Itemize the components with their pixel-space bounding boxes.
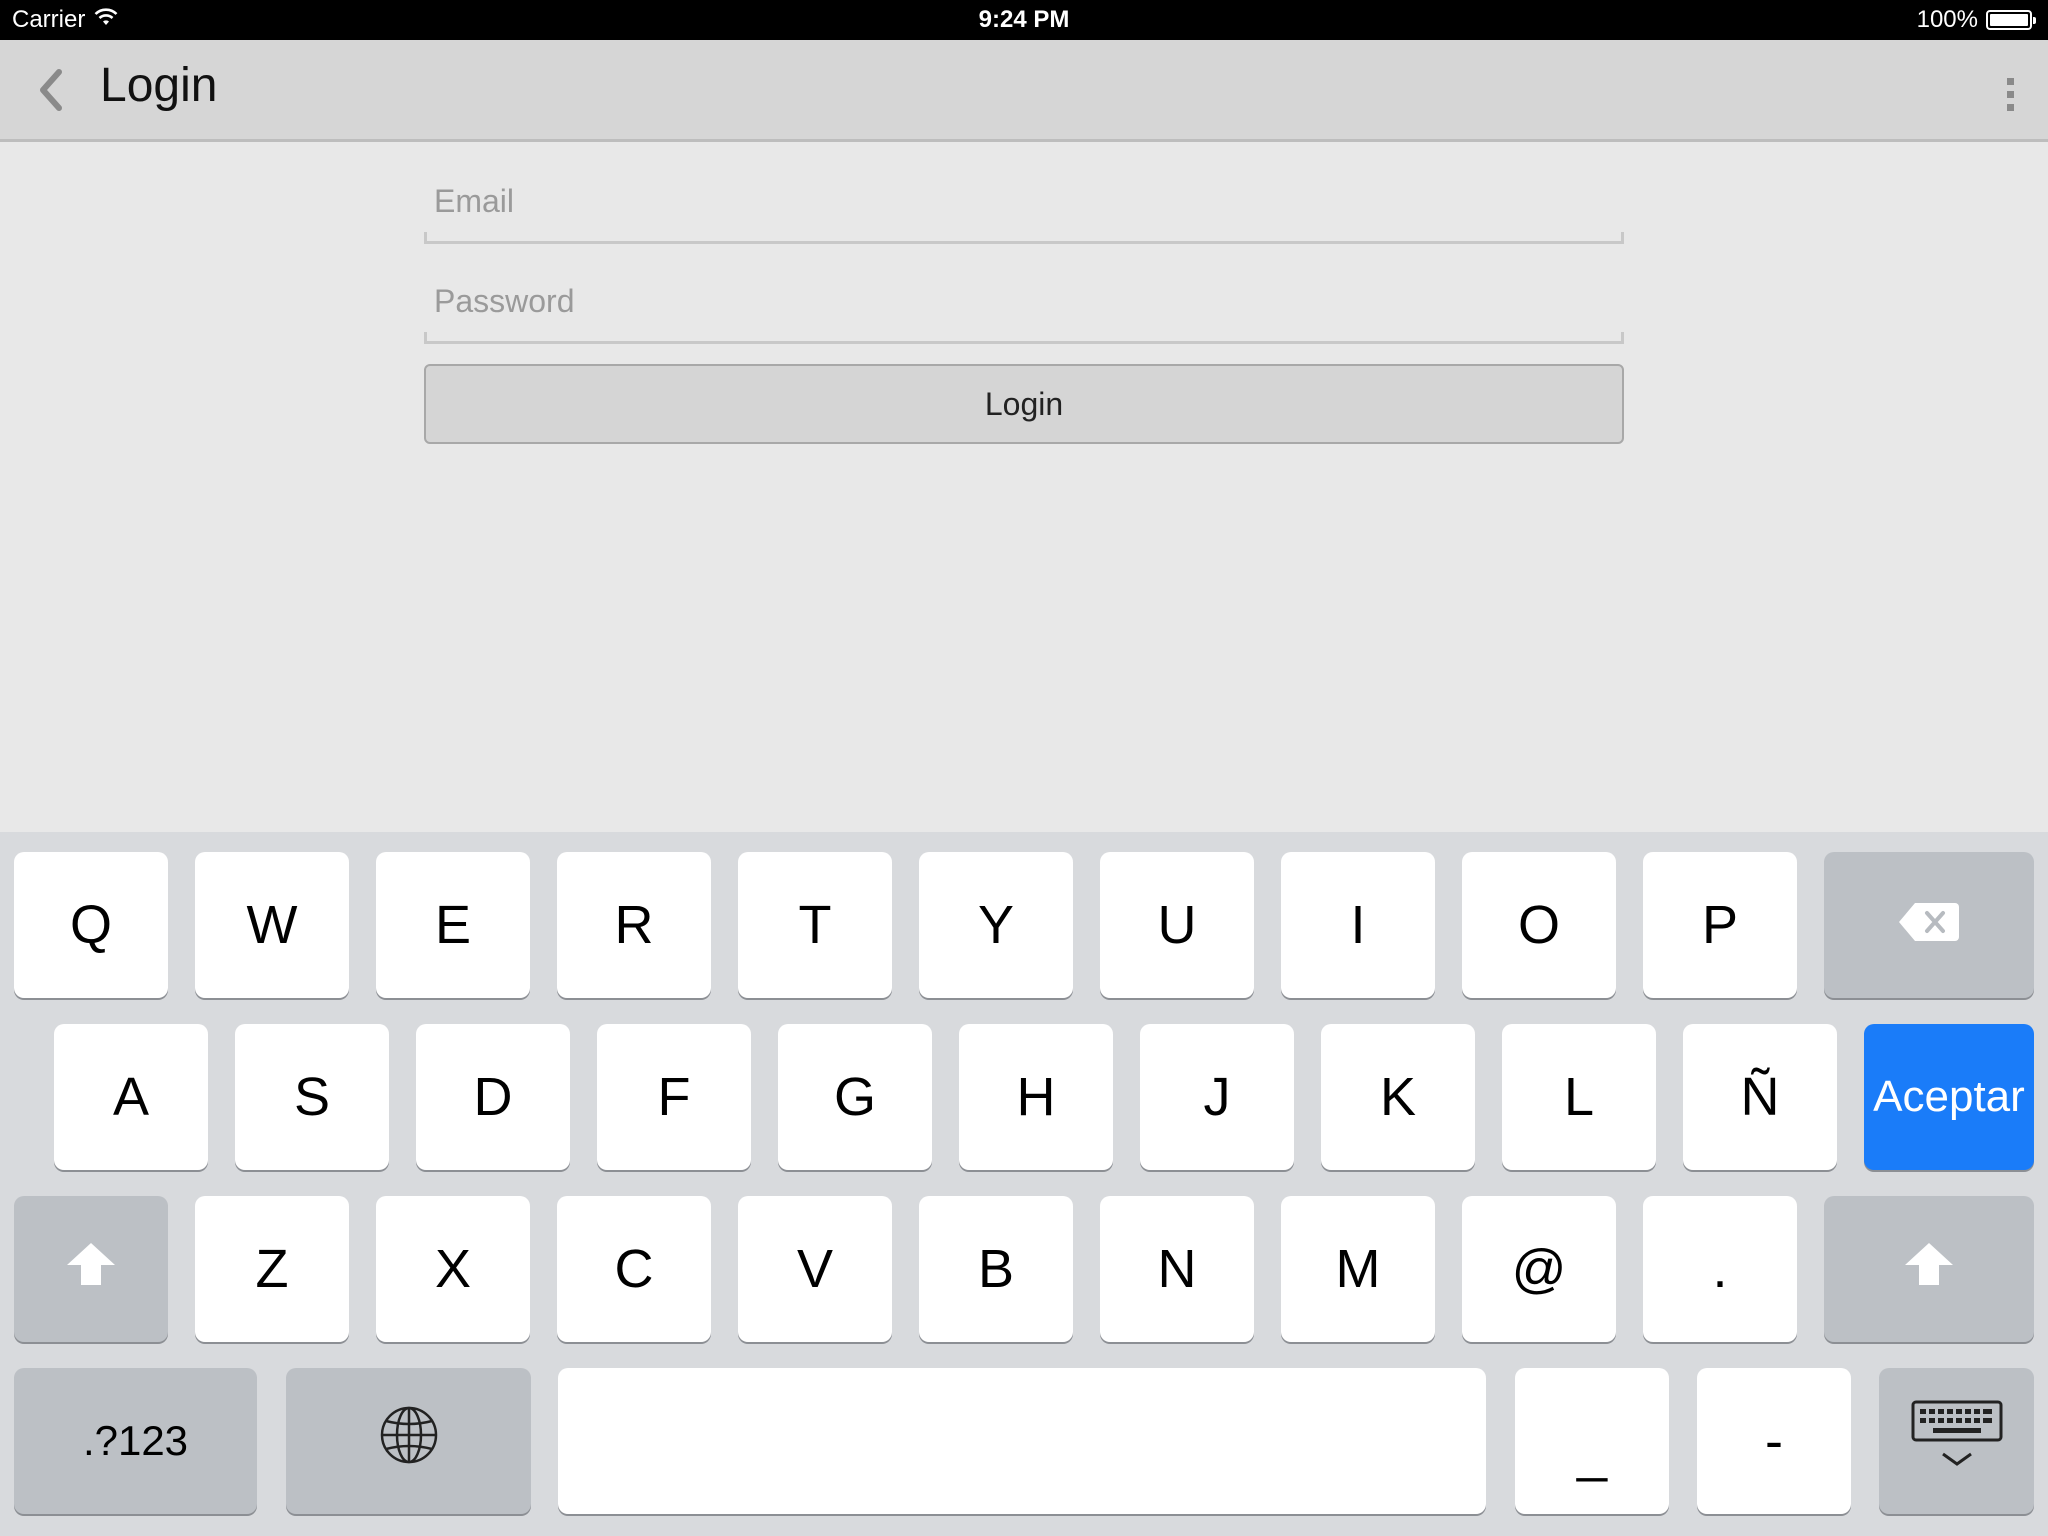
return-key[interactable]: Aceptar bbox=[1864, 1024, 2034, 1170]
key-g[interactable]: G bbox=[778, 1024, 932, 1170]
key-k[interactable]: K bbox=[1321, 1024, 1475, 1170]
key-l[interactable]: L bbox=[1502, 1024, 1656, 1170]
key-f[interactable]: F bbox=[597, 1024, 751, 1170]
key-c[interactable]: C bbox=[557, 1196, 711, 1342]
nav-bar: Login bbox=[0, 40, 2048, 142]
key-t[interactable]: T bbox=[738, 852, 892, 998]
shift-key-right[interactable] bbox=[1824, 1196, 2034, 1342]
key-p[interactable]: P bbox=[1643, 852, 1797, 998]
key-at[interactable]: @ bbox=[1462, 1196, 1616, 1342]
space-bar[interactable] bbox=[558, 1368, 1486, 1514]
numbers-key[interactable]: .?123 bbox=[14, 1368, 257, 1514]
password-field-container bbox=[424, 270, 1624, 344]
key-hyphen[interactable]: - bbox=[1697, 1368, 1851, 1514]
more-vertical-icon bbox=[2006, 77, 2014, 111]
key-n-tilde[interactable]: Ñ bbox=[1683, 1024, 1837, 1170]
key-v[interactable]: V bbox=[738, 1196, 892, 1342]
key-m[interactable]: M bbox=[1281, 1196, 1435, 1342]
key-s[interactable]: S bbox=[235, 1024, 389, 1170]
key-x[interactable]: X bbox=[376, 1196, 530, 1342]
back-button[interactable] bbox=[24, 66, 76, 118]
key-r[interactable]: R bbox=[557, 852, 711, 998]
status-right: 100% bbox=[1916, 6, 2036, 34]
page-title: Login bbox=[100, 59, 218, 112]
key-o[interactable]: O bbox=[1462, 852, 1616, 998]
battery-percent: 100% bbox=[1916, 6, 1978, 33]
onscreen-keyboard: Q W E R T Y U I O P A S D F G H J K L Ñ … bbox=[0, 832, 2048, 1536]
key-e[interactable]: E bbox=[376, 852, 530, 998]
backspace-key[interactable] bbox=[1824, 852, 2034, 998]
globe-icon bbox=[379, 1405, 439, 1478]
globe-key[interactable] bbox=[286, 1368, 531, 1514]
key-n[interactable]: N bbox=[1100, 1196, 1254, 1342]
shift-key-left[interactable] bbox=[14, 1196, 168, 1342]
key-q[interactable]: Q bbox=[14, 852, 168, 998]
email-underline bbox=[424, 232, 1624, 244]
shift-icon bbox=[1903, 1238, 1955, 1300]
status-bar: Carrier 9:24 PM 100% bbox=[0, 0, 2048, 40]
key-h[interactable]: H bbox=[959, 1024, 1113, 1170]
key-z[interactable]: Z bbox=[195, 1196, 349, 1342]
shift-icon bbox=[65, 1238, 117, 1300]
key-w[interactable]: W bbox=[195, 852, 349, 998]
login-form: Login bbox=[424, 170, 1624, 444]
overflow-menu-button[interactable] bbox=[1990, 70, 2030, 118]
dismiss-keyboard-key[interactable] bbox=[1879, 1368, 2034, 1514]
password-underline bbox=[424, 332, 1624, 344]
key-i[interactable]: I bbox=[1281, 852, 1435, 998]
key-period[interactable]: . bbox=[1643, 1196, 1797, 1342]
keyboard-dismiss-icon bbox=[1911, 1400, 2003, 1483]
battery-icon bbox=[1986, 10, 2036, 30]
key-u[interactable]: U bbox=[1100, 852, 1254, 998]
key-a[interactable]: A bbox=[54, 1024, 208, 1170]
chevron-left-icon bbox=[35, 68, 65, 117]
key-d[interactable]: D bbox=[416, 1024, 570, 1170]
key-b[interactable]: B bbox=[919, 1196, 1073, 1342]
key-y[interactable]: Y bbox=[919, 852, 1073, 998]
backspace-icon bbox=[1897, 894, 1961, 956]
login-button[interactable]: Login bbox=[424, 364, 1624, 444]
email-field-container bbox=[424, 170, 1624, 244]
key-underscore[interactable]: _ bbox=[1515, 1368, 1669, 1514]
status-time: 9:24 PM bbox=[978, 6, 1070, 33]
key-j[interactable]: J bbox=[1140, 1024, 1294, 1170]
